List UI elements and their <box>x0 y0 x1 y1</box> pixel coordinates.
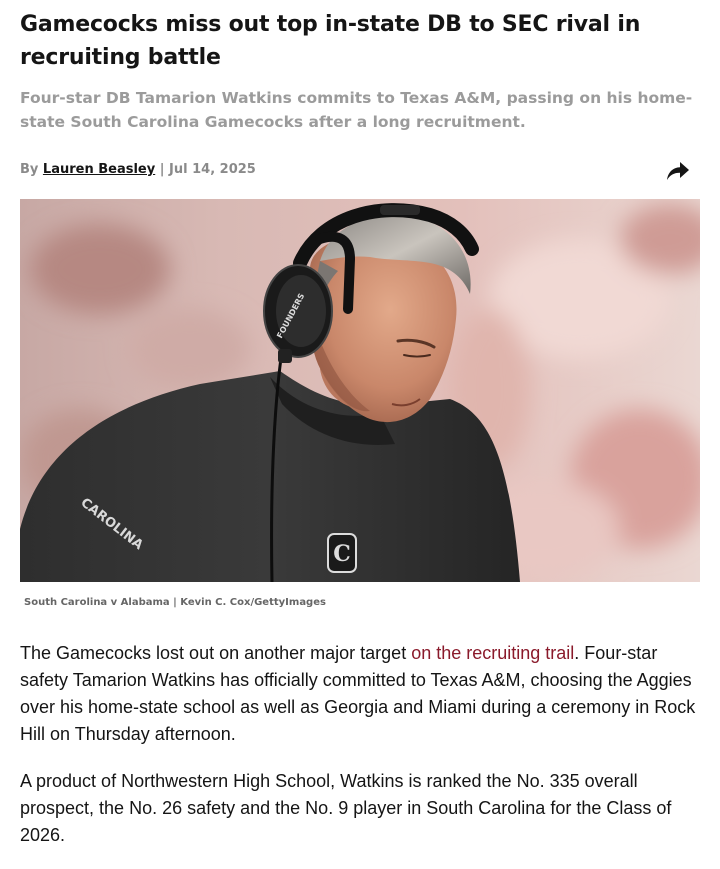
article-subheadline: Four-star DB Tamarion Watkins commits to… <box>20 89 693 131</box>
photo-caption: South Carolina v Alabama | Kevin C. Cox/… <box>24 597 326 608</box>
byline: By Lauren Beasley | Jul 14, 2025 <box>20 162 256 177</box>
byline-prefix: By <box>20 162 43 177</box>
author-link[interactable]: Lauren Beasley <box>43 162 155 177</box>
article: Gamecocks miss out top in-state DB to SE… <box>20 0 700 845</box>
paragraph-2: A product of Northwestern High School, W… <box>20 771 672 845</box>
recruiting-trail-link[interactable]: on the recruiting trail <box>411 643 574 663</box>
share-button[interactable] <box>662 156 692 186</box>
paragraph-1: The Gamecocks lost out on another major … <box>20 640 702 748</box>
share-arrow-icon <box>667 162 689 180</box>
svg-text:C: C <box>333 541 351 567</box>
publish-date: Jul 14, 2025 <box>169 162 256 177</box>
byline-separator: | <box>155 162 170 177</box>
paragraph-1-text-before: The Gamecocks lost out on another major … <box>20 643 412 663</box>
article-photo: FOUNDERS CAROLINA C <box>20 199 700 582</box>
article-headline: Gamecocks miss out top in-state DB to SE… <box>20 12 641 70</box>
byline-row: By Lauren Beasley | Jul 14, 2025 <box>20 159 700 181</box>
gamecock-logo: C <box>327 533 357 573</box>
article-body: The Gamecocks lost out on another major … <box>20 640 702 869</box>
